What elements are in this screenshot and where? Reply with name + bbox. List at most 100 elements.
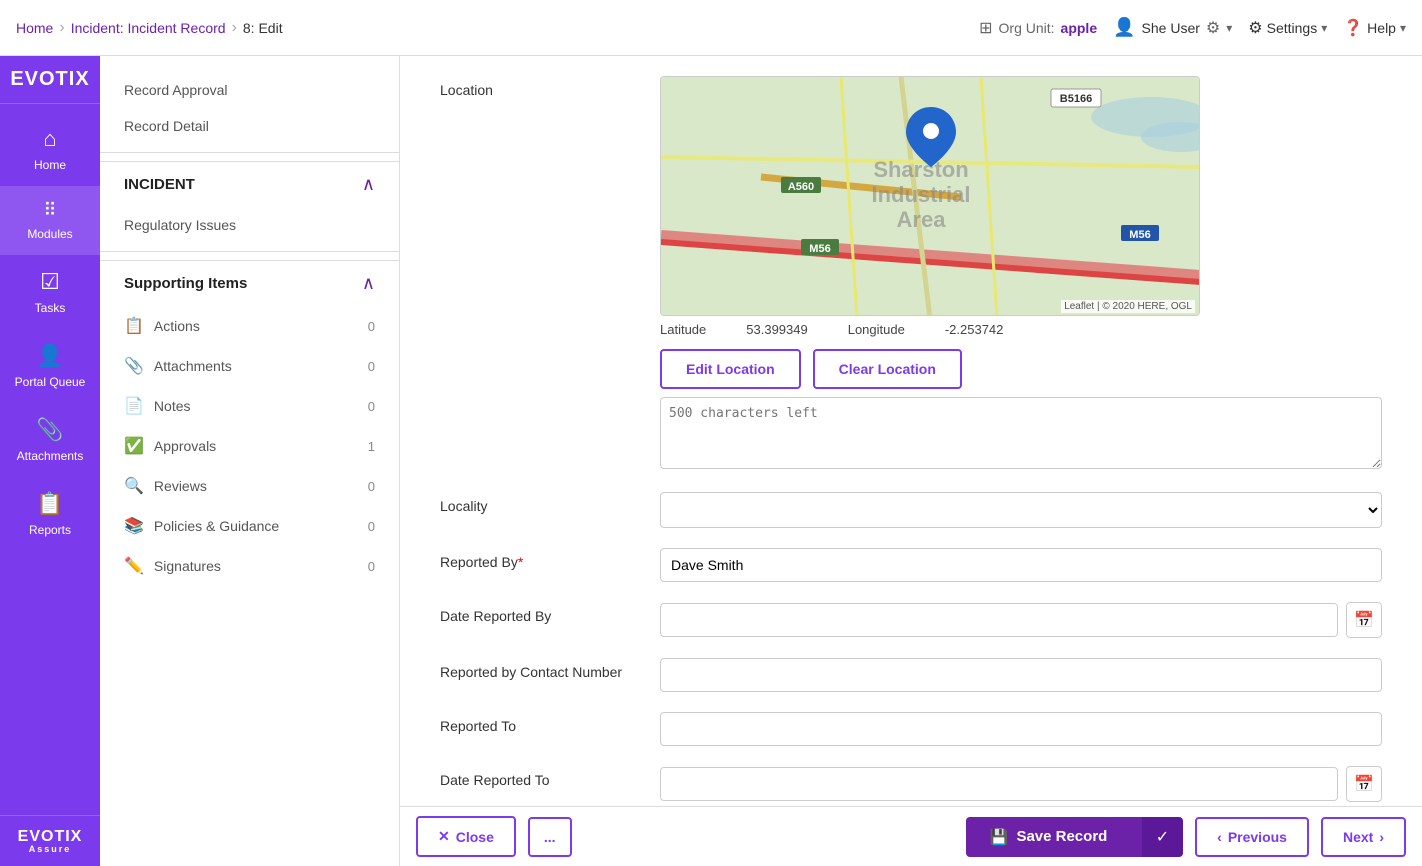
modules-icon: ⠿ <box>43 200 56 221</box>
breadcrumb-home[interactable]: Home <box>16 20 53 36</box>
si-item-label-policies: Policies & Guidance <box>154 518 358 534</box>
edit-location-button[interactable]: Edit Location <box>660 349 801 389</box>
portal-queue-icon: 👤 <box>36 343 63 369</box>
svg-text:Sharston: Sharston <box>873 157 968 182</box>
clear-location-button[interactable]: Clear Location <box>813 349 962 389</box>
reported-by-input[interactable] <box>660 548 1382 582</box>
save-group: 💾 Save Record ✓ <box>966 817 1183 857</box>
nav-item-record-detail[interactable]: Record Detail <box>100 108 399 144</box>
date-reported-to-row: 📅 <box>660 766 1382 802</box>
locality-select[interactable] <box>660 492 1382 528</box>
date-reported-by-input[interactable] <box>660 603 1338 637</box>
actions-icon: 📋 <box>124 316 144 336</box>
save-check-icon: ✓ <box>1156 829 1169 846</box>
si-item-actions[interactable]: 📋 Actions 0 <box>100 306 399 346</box>
form-row-locality: Locality <box>440 492 1382 528</box>
sidebar-item-tasks[interactable]: ☑ Tasks <box>0 255 100 329</box>
si-item-notes[interactable]: 📄 Notes 0 <box>100 386 399 426</box>
map-attribution: Leaflet | © 2020 HERE, OGL <box>1061 300 1195 313</box>
sidebar-item-portal-queue[interactable]: 👤 Portal Queue <box>0 329 100 403</box>
si-item-count-policies: 0 <box>368 519 375 534</box>
contact-number-control <box>660 658 1382 692</box>
location-label: Location <box>440 76 640 98</box>
date-reported-by-calendar-btn[interactable]: 📅 <box>1346 602 1382 638</box>
close-label: Close <box>456 829 494 845</box>
logo-sub-bottom: Assure <box>29 844 72 854</box>
settings-label: Settings <box>1267 20 1318 36</box>
reported-to-input[interactable] <box>660 712 1382 746</box>
more-button[interactable]: ... <box>528 817 572 857</box>
date-reported-to-input[interactable] <box>660 767 1338 801</box>
si-item-signatures[interactable]: ✏️ Signatures 0 <box>100 546 399 586</box>
nav-item-regulatory-issues[interactable]: Regulatory Issues <box>100 207 399 243</box>
si-item-policies[interactable]: 📚 Policies & Guidance 0 <box>100 506 399 546</box>
date-reported-by-row: 📅 <box>660 602 1382 638</box>
close-x-icon: ✕ <box>438 828 450 845</box>
date-reported-to-calendar-btn[interactable]: 📅 <box>1346 766 1382 802</box>
incident-section-header: INCIDENT ∧ <box>100 161 399 207</box>
si-item-attachments[interactable]: 📎 Attachments 0 <box>100 346 399 386</box>
si-item-label-notes: Notes <box>154 398 358 414</box>
svg-text:M56: M56 <box>809 243 830 255</box>
sidebar-item-modules[interactable]: ⠿ Modules <box>0 186 100 255</box>
map-background: B5166 A560 M56 M56 <box>661 77 1199 315</box>
close-button[interactable]: ✕ Close <box>416 816 516 857</box>
date-reported-by-control: 📅 <box>660 602 1382 638</box>
approvals-icon: ✅ <box>124 436 144 456</box>
reported-to-label: Reported To <box>440 712 640 734</box>
content-area: Location <box>400 56 1422 806</box>
sidebar-item-reports[interactable]: 📋 Reports <box>0 477 100 551</box>
save-record-suffix-button[interactable]: ✓ <box>1142 817 1183 857</box>
sidebar-item-label-reports: Reports <box>29 523 71 537</box>
tasks-icon: ☑ <box>40 269 60 295</box>
help-section[interactable]: ❓ Help ▾ <box>1343 18 1406 38</box>
locality-control <box>660 492 1382 528</box>
supporting-items-title: Supporting Items <box>124 275 247 292</box>
map-container: B5166 A560 M56 M56 <box>660 76 1200 316</box>
latitude-label: Latitude <box>660 322 706 337</box>
sidebar: EVOTIX ⌂ Home ⠿ Modules ☑ Tasks 👤 Portal… <box>0 56 100 866</box>
si-item-count-signatures: 0 <box>368 559 375 574</box>
supporting-items-collapse-btn[interactable]: ∧ <box>362 273 375 294</box>
next-label: Next <box>1343 829 1373 845</box>
si-item-approvals[interactable]: ✅ Approvals 1 <box>100 426 399 466</box>
si-attachments-icon: 📎 <box>124 356 144 376</box>
supporting-items-section-header: Supporting Items ∧ <box>100 260 399 306</box>
breadcrumb-sep2: › <box>232 19 237 37</box>
map-coords: Latitude 53.399349 Longitude -2.253742 <box>660 322 1382 337</box>
policies-icon: 📚 <box>124 516 144 536</box>
sidebar-logo-bottom: EVOTIX Assure <box>0 815 100 866</box>
required-asterisk: * <box>518 554 523 570</box>
longitude-value: -2.253742 <box>945 322 1004 337</box>
org-unit-icon: ⊞ <box>979 18 992 38</box>
save-record-button[interactable]: 💾 Save Record <box>966 817 1146 857</box>
si-item-label-attachments: Attachments <box>154 358 358 374</box>
sidebar-item-home[interactable]: ⌂ Home <box>0 112 100 186</box>
svg-text:M56: M56 <box>1129 229 1150 241</box>
help-label: Help <box>1367 20 1396 36</box>
si-item-count-notes: 0 <box>368 399 375 414</box>
previous-button[interactable]: ‹ Previous <box>1195 817 1309 857</box>
svg-text:Area: Area <box>897 207 947 232</box>
settings-section[interactable]: ⚙ Settings ▾ <box>1248 18 1327 38</box>
previous-label: Previous <box>1228 829 1287 845</box>
breadcrumb-current: 8: Edit <box>243 20 283 36</box>
user-section[interactable]: 👤 She User ⚙ ▾ <box>1113 17 1232 38</box>
breadcrumb-incident[interactable]: Incident: Incident Record <box>71 20 226 36</box>
left-panel: Record Approval Record Detail INCIDENT ∧… <box>100 56 400 866</box>
contact-number-input[interactable] <box>660 658 1382 692</box>
location-notes-textarea[interactable] <box>660 397 1382 469</box>
settings-chevron-icon: ▾ <box>1321 21 1327 35</box>
si-item-reviews[interactable]: 🔍 Reviews 0 <box>100 466 399 506</box>
incident-collapse-btn[interactable]: ∧ <box>362 174 375 195</box>
sidebar-item-attachments[interactable]: 📎 Attachments <box>0 403 100 477</box>
next-button[interactable]: Next › <box>1321 817 1406 857</box>
si-item-count-approvals: 1 <box>368 439 375 454</box>
date-reported-to-label: Date Reported To <box>440 766 640 788</box>
sidebar-item-label-modules: Modules <box>27 227 72 241</box>
nav-item-record-approval[interactable]: Record Approval <box>100 72 399 108</box>
save-icon: 💾 <box>990 828 1009 846</box>
logo-text-top: EVOTIX <box>10 68 89 91</box>
si-item-count-attachments: 0 <box>368 359 375 374</box>
user-name: She User <box>1142 20 1200 36</box>
